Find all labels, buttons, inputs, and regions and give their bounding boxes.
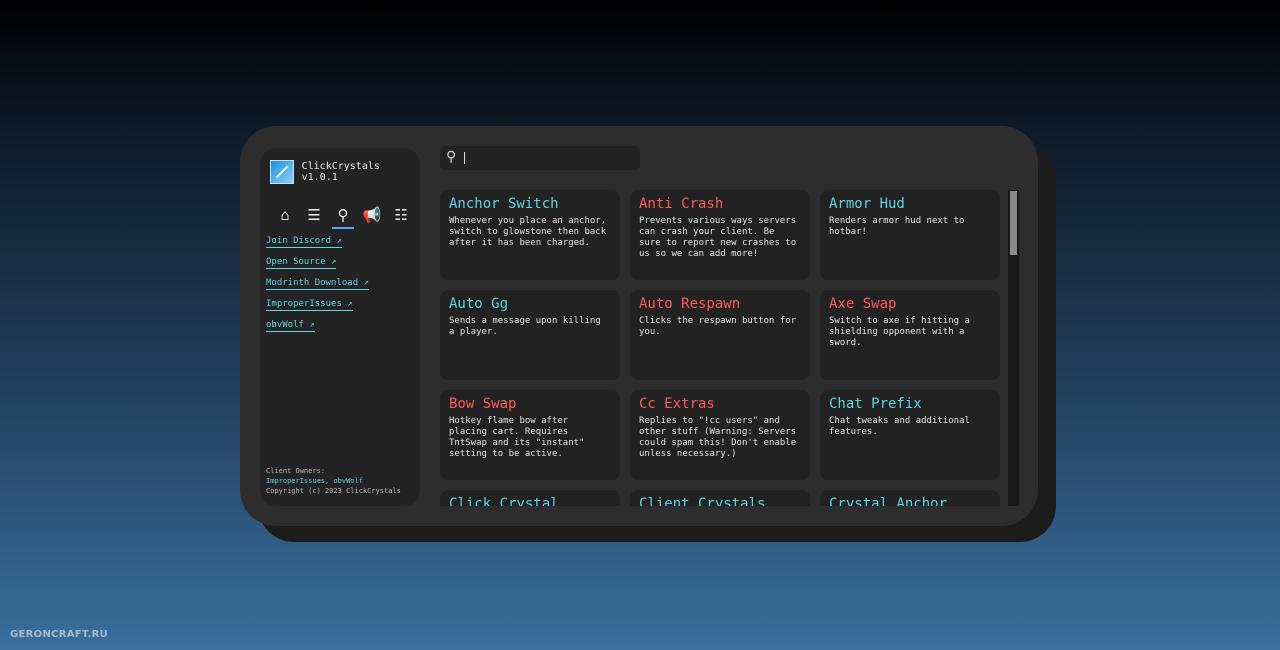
search-input[interactable] <box>462 148 636 170</box>
module-card[interactable]: Bow Swap Hotkey flame bow after placing c… <box>440 390 620 480</box>
credits-owners[interactable]: ImproperIssues, obvWolf <box>266 476 401 486</box>
module-title: Crystal Anchor <box>829 496 948 506</box>
module-card[interactable]: Crystal Anchor <box>820 490 1000 506</box>
copyright-text: Copyright (c) 2023 ClickCrystals <box>266 487 401 495</box>
modules-icon[interactable]: ☰ <box>301 204 327 226</box>
module-description: Hotkey flame bow after placing cart. Req… <box>449 416 585 459</box>
obvwolf-link[interactable]: obvWolf ↗ <box>266 320 315 332</box>
home-icon[interactable]: ⌂ <box>272 204 298 226</box>
module-title: Cc Extras <box>639 396 715 412</box>
module-description: Replies to "!cc users" and other stuff (… <box>639 416 797 459</box>
module-title: Bow Swap <box>449 396 517 412</box>
search-icon[interactable]: ⚲ <box>330 204 356 229</box>
module-description: Sends a message upon killing a player. <box>449 316 601 337</box>
sidebar: ClickCrystals v1.0.1 ⌂ ☰ ⚲ 📢 ☷ Join Disc… <box>260 148 420 506</box>
scrollbar-thumb[interactable] <box>1010 191 1017 255</box>
improperissues-link[interactable]: ImproperIssues ↗ <box>266 299 353 311</box>
module-grid: Anchor Switch Whenever you place an ancho… <box>440 190 1010 506</box>
modrinth-download-link[interactable]: Modrinth Download ↗ <box>266 278 369 290</box>
module-card[interactable]: Axe Swap Switch to axe if hitting a shiel… <box>820 290 1000 380</box>
join-discord-link[interactable]: Join Discord ↗ <box>266 236 342 248</box>
brand-name: ClickCrystals v1.0.1 <box>301 161 380 183</box>
search-bar[interactable]: ⚲ <box>440 146 640 170</box>
module-title: Auto Gg <box>449 296 509 312</box>
settings-icon[interactable]: ☷ <box>388 204 414 226</box>
module-card[interactable]: Anti Crash Prevents various ways servers … <box>630 190 810 280</box>
module-card[interactable]: Armor Hud Renders armor hud next to hotba… <box>820 190 1000 280</box>
search-icon: ⚲ <box>446 149 457 165</box>
sidebar-links: Join Discord ↗ Open Source ↗ Modrinth Do… <box>266 236 369 341</box>
module-title: Client Crystals <box>639 496 766 506</box>
credits-heading: Client Owners: <box>266 467 326 475</box>
module-title: Auto Respawn <box>639 296 741 312</box>
module-title: Anti Crash <box>639 196 724 212</box>
module-title: Armor Hud <box>829 196 905 212</box>
module-card[interactable]: Anchor Switch Whenever you place an ancho… <box>440 190 620 280</box>
module-title: Anchor Switch <box>449 196 559 212</box>
module-description: Whenever you place an anchor, switch to … <box>449 216 607 248</box>
module-card[interactable]: Auto Respawn Clicks the respawn button fo… <box>630 290 810 380</box>
module-card[interactable]: Chat Prefix Chat tweaks and additional fe… <box>820 390 1000 480</box>
open-source-link[interactable]: Open Source ↗ <box>266 257 337 269</box>
text-caret <box>464 152 465 164</box>
module-card[interactable]: Click Crystal <box>440 490 620 506</box>
module-description: Prevents various ways servers can crash … <box>639 216 797 259</box>
module-card[interactable]: Cc Extras Replies to "!cc users" and othe… <box>630 390 810 480</box>
module-card[interactable]: Client Crystals <box>630 490 810 506</box>
module-description: Switch to axe if hitting a shielding opp… <box>829 316 970 348</box>
brand: ClickCrystals v1.0.1 <box>270 160 420 184</box>
module-description: Chat tweaks and additional features. <box>829 416 970 437</box>
module-title: Axe Swap <box>829 296 897 312</box>
clickcrystals-logo-icon <box>270 160 294 184</box>
credits: Client Owners: ImproperIssues, obvWolf C… <box>266 466 401 496</box>
sidebar-nav: ⌂ ☰ ⚲ 📢 ☷ <box>272 204 417 229</box>
module-title: Chat Prefix <box>829 396 922 412</box>
module-title: Click Crystal <box>449 496 559 506</box>
module-card[interactable]: Auto Gg Sends a message upon killing a pl… <box>440 290 620 380</box>
watermark: GERONCRAFT.RU <box>10 629 109 640</box>
module-description: Renders armor hud next to hotbar! <box>829 216 965 237</box>
announcement-icon[interactable]: 📢 <box>359 204 385 226</box>
module-description: Clicks the respawn button for you. <box>639 316 797 337</box>
